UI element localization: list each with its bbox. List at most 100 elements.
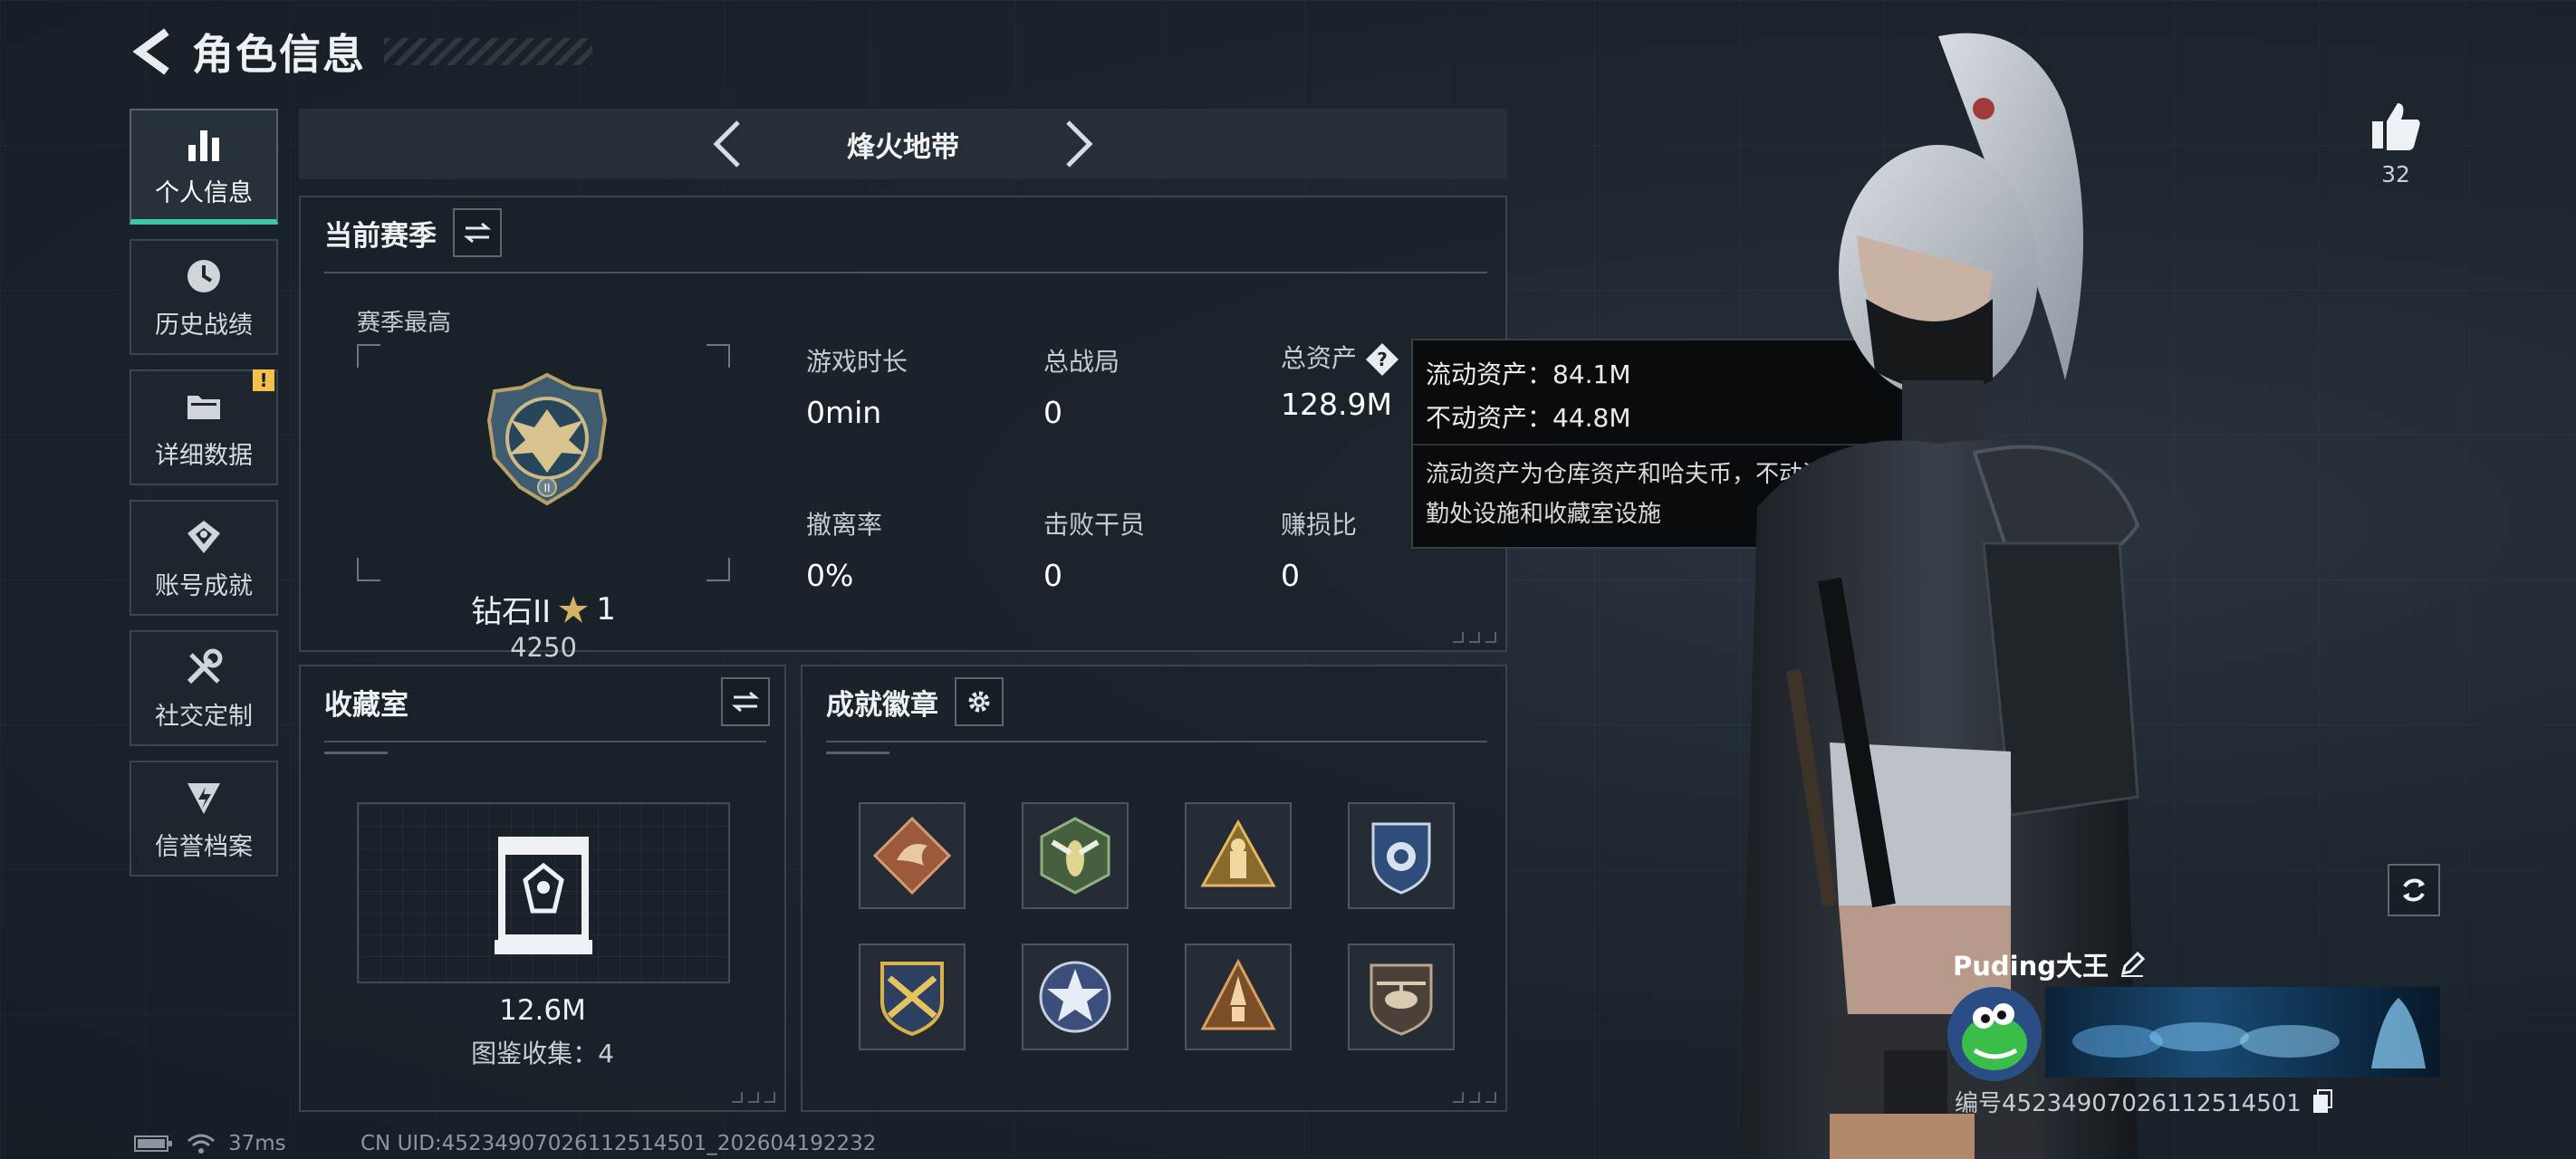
gear-icon [968, 691, 990, 713]
wrench-icon [182, 646, 226, 689]
sidebar-item-label: 个人信息 [155, 178, 253, 207]
back-button[interactable] [127, 24, 181, 79]
sidebar-item-achievements[interactable]: 账号成就 [130, 500, 278, 616]
season-panel: 当前赛季 赛季最高 II 钻石II 1 4250 游戏时长 0min 总战局 0 [299, 196, 1507, 663]
sidebar-item-history[interactable]: 历史战绩 [130, 239, 278, 355]
badge-slot[interactable] [1185, 802, 1292, 909]
badge-slot[interactable] [1348, 943, 1455, 1050]
svg-text:II: II [543, 482, 550, 494]
badge-slot[interactable] [1022, 802, 1129, 909]
battery-icon [134, 1135, 172, 1152]
collection-count: 图鉴收集：4 [471, 1039, 614, 1068]
back-arrow-icon [132, 28, 169, 75]
sidebar-item-social-custom[interactable]: 社交定制 [130, 630, 278, 746]
title-decoration [384, 38, 592, 65]
corner-decoration [1453, 632, 1496, 643]
swap-icon [464, 222, 491, 244]
player-name: Puding大王 [1953, 951, 2110, 982]
pencil-icon [2120, 952, 2146, 977]
stat-value: 0 [1043, 558, 1062, 593]
next-mode-button[interactable] [1048, 112, 1111, 176]
frame-corner [357, 344, 380, 368]
swap-icon [732, 691, 759, 713]
sidebar-item-label: 信誉档案 [155, 832, 253, 861]
clock-icon [182, 254, 226, 298]
stat-value: 0 [1281, 558, 1300, 593]
help-icon[interactable]: ? [1364, 341, 1400, 378]
header: 角色信息 [127, 20, 592, 83]
sidebar: 个人信息 历史战绩 ! 详细数据 账号成就 社交定制 信誉档案 [130, 109, 278, 891]
player-name-row: Puding大王 [1953, 945, 2147, 983]
triangle-soldier-badge-icon [1200, 819, 1276, 887]
corner-decoration [1453, 1092, 1496, 1103]
edit-name-button[interactable] [2118, 950, 2147, 979]
stat-total-matches: 总战局 0 [1043, 342, 1120, 430]
stat-value: 128.9M [1281, 387, 1392, 422]
frame-corner [706, 558, 730, 581]
sidebar-item-label: 历史战绩 [155, 311, 253, 340]
sidebar-item-label: 账号成就 [155, 571, 253, 600]
stat-label: 总战局 [1043, 347, 1120, 377]
corner-decoration [732, 1092, 775, 1103]
star-icon [559, 595, 589, 623]
mode-selector: 烽火地带 [299, 109, 1507, 179]
sidebar-item-label: 社交定制 [155, 702, 253, 731]
copy-id-button[interactable] [2309, 1088, 2336, 1116]
badge-slot[interactable] [1185, 943, 1292, 1050]
badge-slot[interactable] [1348, 802, 1455, 909]
stat-label: 游戏时长 [806, 347, 908, 377]
prev-mode-button[interactable] [695, 112, 758, 176]
rank-name: 钻石II [471, 594, 552, 630]
refresh-button[interactable] [2388, 864, 2440, 916]
dragon-badge-icon [872, 816, 952, 896]
badge-slot[interactable] [859, 943, 966, 1050]
switch-season-button[interactable] [453, 208, 502, 257]
svg-text:?: ? [1377, 349, 1388, 370]
profile-banner[interactable] [2045, 987, 2440, 1078]
copy-icon [2312, 1088, 2332, 1113]
refresh-icon [2403, 878, 2425, 902]
blue-hologram-figures-icon [2072, 998, 2426, 1068]
sidebar-item-detailed-data[interactable]: ! 详细数据 [130, 369, 278, 485]
like-button[interactable] [2364, 100, 2427, 156]
switch-collection-button[interactable] [721, 677, 770, 726]
character-portrait [1739, 33, 2140, 1159]
stat-total-assets: 总资产? 128.9M [1281, 339, 1400, 422]
page-title: 角色信息 [192, 30, 366, 79]
star-medal-badge-icon [1039, 961, 1111, 1033]
frame-corner [706, 344, 730, 368]
stat-label: 击败干员 [1043, 510, 1146, 540]
badge-slot[interactable] [859, 802, 966, 909]
display-case-icon [495, 837, 592, 954]
divider [826, 741, 1487, 742]
rocket-badge-icon [1200, 958, 1276, 1030]
divider [324, 272, 1487, 273]
collection-panel-header: 收藏室 [324, 677, 770, 726]
badge-settings-button[interactable] [955, 677, 1004, 726]
bar-chart-icon [182, 122, 226, 166]
stat-label: 撤离率 [806, 510, 883, 540]
folder-icon [182, 385, 226, 428]
rank-name-row: 钻石II 1 [357, 587, 730, 631]
stat-value: 0% [806, 558, 854, 593]
avatar[interactable] [1947, 987, 2042, 1081]
uid-text: CN UID:4523490702611251450​1_20260419223… [360, 1132, 877, 1155]
wifi-icon [187, 1134, 215, 1154]
like-count: 32 [2381, 161, 2410, 187]
stat-profit-loss-ratio: 赚损比 0 [1281, 505, 1357, 593]
badges-panel: 成就徽章 [801, 665, 1507, 1112]
helicopter-badge-icon [1370, 963, 1433, 1036]
divider-accent [324, 752, 388, 754]
badge-slot[interactable] [1022, 943, 1129, 1050]
collection-value: 12.6M [499, 994, 586, 1027]
stat-value: 0min [806, 395, 882, 430]
sidebar-item-personal-info[interactable]: 个人信息 [130, 109, 278, 225]
rank-score: 4250 [510, 632, 577, 663]
frame-corner [357, 558, 380, 581]
sidebar-item-label: 详细数据 [155, 441, 253, 470]
stat-label: 总资产 [1281, 343, 1358, 373]
stat-play-time: 游戏时长 0min [806, 342, 908, 430]
police-shield-badge-icon [1371, 822, 1431, 895]
player-id-row: 编号4523490702611251450​1 [1955, 1085, 2336, 1118]
sidebar-item-credit-record[interactable]: 信誉档案 [130, 761, 278, 876]
